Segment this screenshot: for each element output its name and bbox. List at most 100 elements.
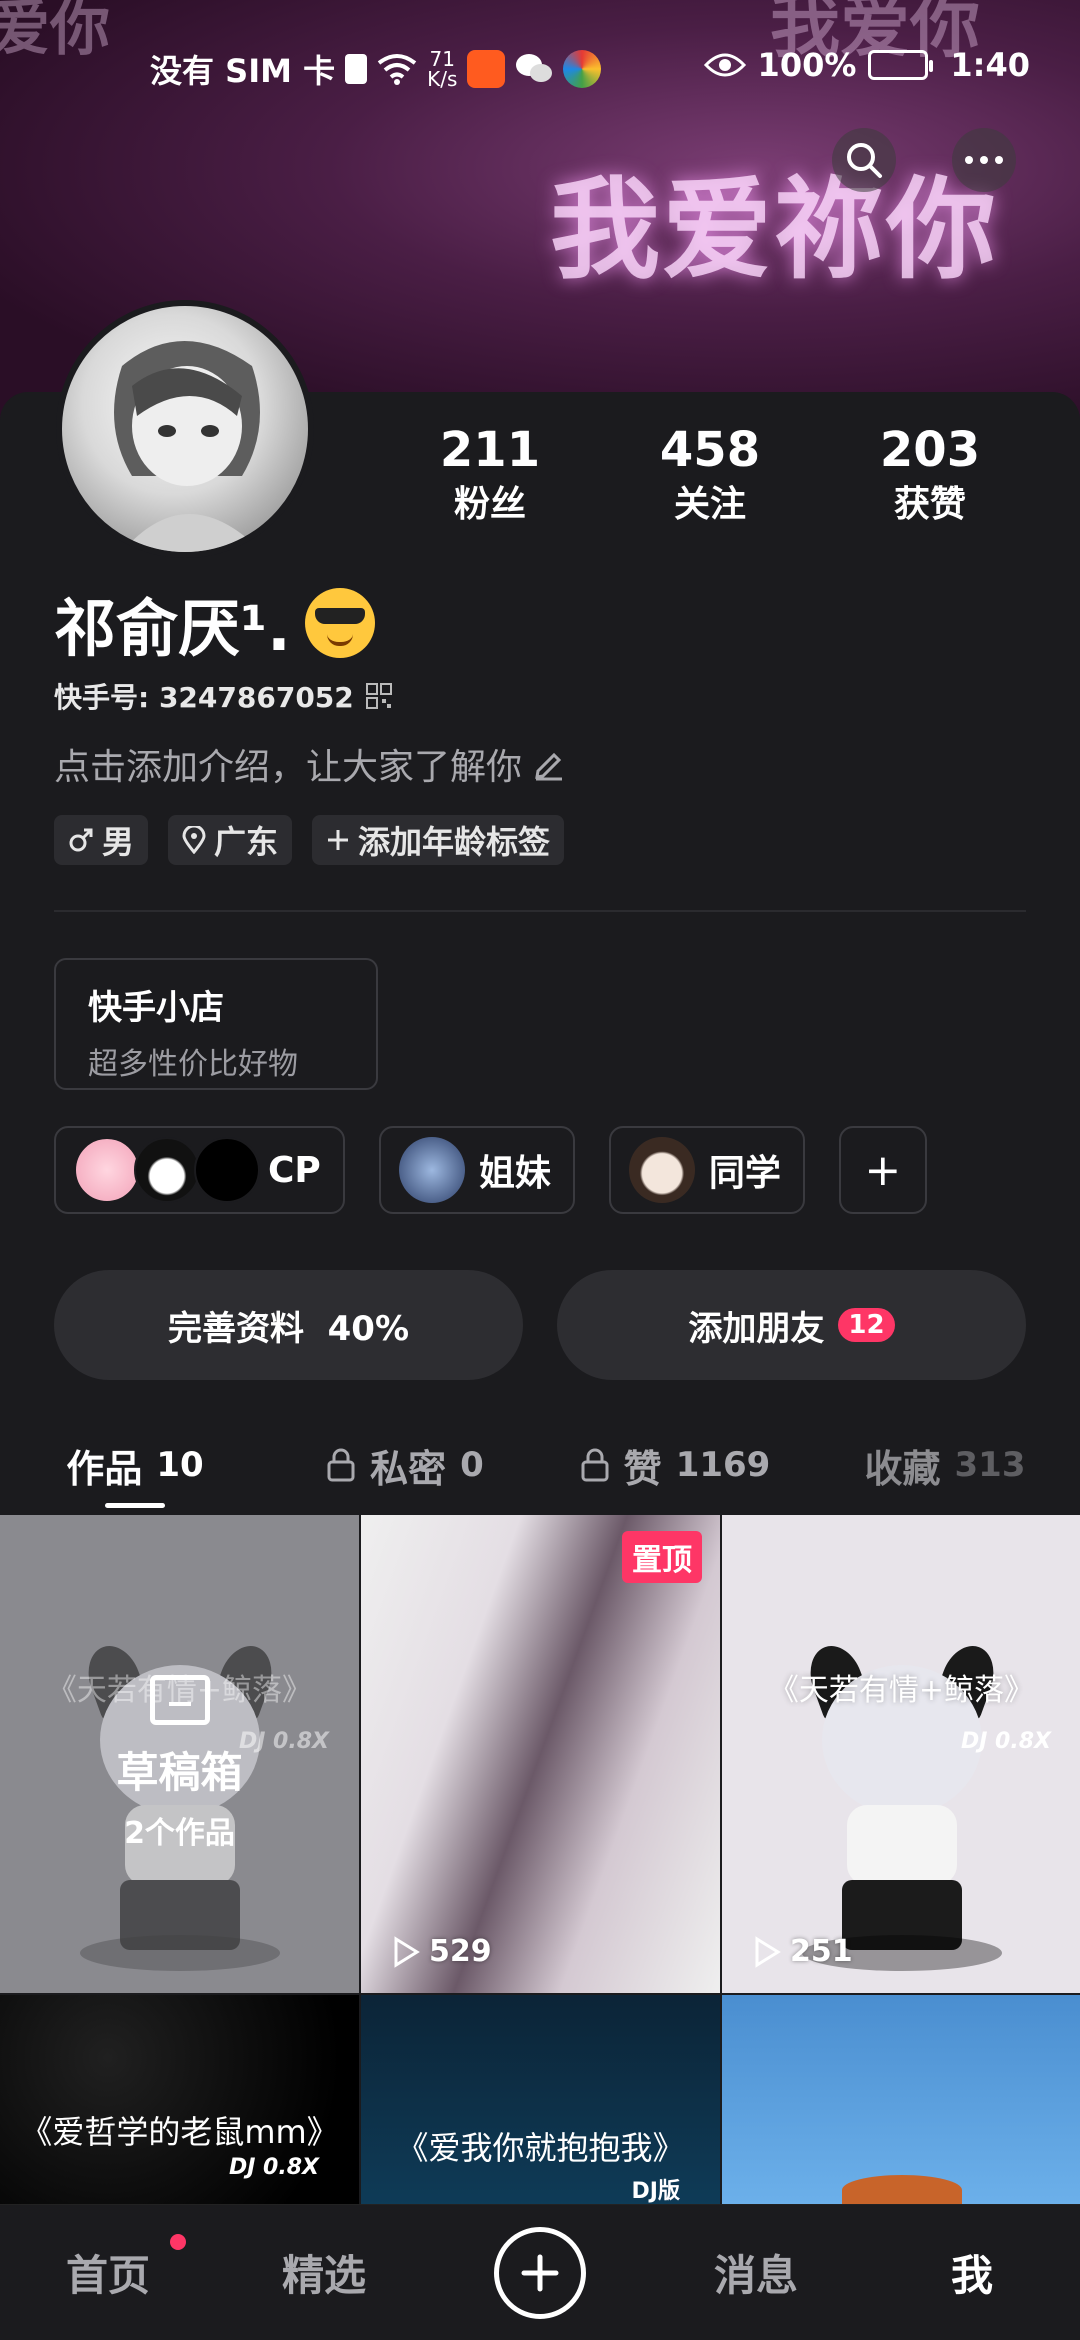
group-sisters-label: 姐妹	[478, 1153, 551, 1194]
bio-placeholder: 点击添加介绍，让大家了解你	[54, 747, 523, 788]
drafts-tile[interactable]: 《天若有情+鲸落》 DJ 0.8X 草稿箱 2个作品	[0, 1515, 359, 1993]
tab-likes-label: 赞	[623, 1446, 662, 1491]
nav-me-label: 我	[950, 2251, 993, 2300]
likes-count: 203	[879, 422, 981, 478]
tab-favorites[interactable]: 收藏 313	[810, 1420, 1080, 1510]
more-button[interactable]	[952, 128, 1016, 192]
group-classmates[interactable]: 同学	[608, 1126, 805, 1214]
video-tile[interactable]: 《爱我你就抱抱我》 DJ版	[361, 1995, 720, 2205]
followers-label: 粉丝	[453, 484, 526, 525]
gender-tag[interactable]: 男	[54, 815, 149, 865]
video-caption: 《爱哲学的老鼠mm》	[20, 2113, 339, 2151]
tab-favorites-label: 收藏	[864, 1446, 941, 1491]
plus-icon	[521, 2254, 559, 2291]
bottom-nav: 首页 精选 消息 我	[0, 2204, 1080, 2340]
video-caption: 《爱我你就抱抱我》	[396, 2129, 685, 2167]
tab-private-label: 私密	[370, 1446, 447, 1491]
play-count-value: 251	[790, 1934, 853, 1969]
cat-ears-shape	[842, 2175, 962, 2205]
followers-count: 211	[439, 422, 541, 478]
profile-actions: 完善资料 40% 添加朋友 12	[54, 1270, 1026, 1380]
tab-favorites-count: 313	[954, 1445, 1026, 1485]
location-label: 广东	[214, 823, 279, 861]
tab-works-label: 作品	[66, 1446, 143, 1491]
play-count-value: 529	[429, 1934, 492, 1969]
location-icon	[182, 826, 206, 854]
kuaishou-shop-card[interactable]: 快手小店 超多性价比好物	[54, 958, 378, 1090]
clock: 1:40	[950, 46, 1030, 84]
create-ring	[494, 2226, 586, 2319]
sim-alert-icon	[345, 54, 368, 84]
gender-label: 男	[102, 823, 135, 861]
nav-messages-label: 消息	[713, 2251, 798, 2300]
avatar-image	[114, 341, 262, 552]
cp-avatar-1	[74, 1137, 140, 1203]
nav-create-button[interactable]	[432, 2226, 648, 2319]
stats-row: 211 粉丝 458 关注 203 获赞	[380, 422, 1040, 528]
location-tag[interactable]: 广东	[168, 815, 293, 865]
content-tabs: 作品 10 私密 0 赞 1169 收藏 313	[0, 1420, 1080, 1510]
video-dj-tag: DJ版	[631, 2179, 680, 2204]
username-text: 祁俞厌¹.	[54, 592, 291, 665]
folder-icon	[149, 1675, 210, 1725]
colorful-app-icon	[563, 50, 602, 88]
add-age-tag[interactable]: 添加年龄标签	[312, 815, 565, 865]
video-tile[interactable]: 《天若有情+鲸落》 DJ 0.8X 251	[722, 1515, 1080, 1993]
nav-me[interactable]: 我	[864, 2242, 1080, 2303]
username: 祁俞厌¹.	[54, 578, 375, 668]
tab-works-count: 10	[156, 1445, 204, 1485]
sisters-avatar	[398, 1137, 465, 1203]
likes-label: 获赞	[893, 484, 966, 525]
add-friends-button[interactable]: 添加朋友 12	[557, 1270, 1026, 1380]
complete-profile-button[interactable]: 完善资料 40%	[54, 1270, 523, 1380]
sunglasses-emoji-icon	[304, 588, 375, 658]
following-count: 458	[659, 422, 761, 478]
video-dj-tag: DJ 0.8X	[228, 2155, 319, 2180]
bio-edit[interactable]: 点击添加介绍，让大家了解你	[54, 738, 566, 790]
drafts-overlay: 草稿箱 2个作品	[0, 1675, 359, 1852]
profile-tags: 男 广东 添加年龄标签	[54, 815, 565, 865]
notification-dot	[170, 2234, 186, 2250]
plus-icon	[328, 830, 349, 850]
video-tile[interactable]: 《爱哲学的老鼠mm》 DJ 0.8X	[0, 1995, 359, 2205]
complete-profile-label: 完善资料 40%	[167, 1308, 410, 1349]
add-age-label: 添加年龄标签	[358, 823, 551, 861]
play-count: 251	[752, 1934, 853, 1969]
edit-pencil-icon	[535, 752, 563, 781]
divider	[54, 910, 1026, 912]
tab-private[interactable]: 私密 0	[270, 1420, 540, 1510]
following-stat[interactable]: 458 关注	[600, 422, 820, 528]
wechat-icon	[516, 54, 553, 82]
search-button[interactable]	[832, 128, 896, 192]
cp-avatar-3	[194, 1137, 260, 1203]
video-tile-pinned[interactable]: 置顶 529	[361, 1515, 720, 1993]
battery-icon	[868, 50, 934, 80]
wifi-icon	[377, 54, 417, 85]
kuaishou-id[interactable]: 快手号: 3247867052	[54, 676, 392, 716]
add-group-button[interactable]: +	[838, 1126, 927, 1214]
shop-subtitle: 超多性价比好物	[88, 1047, 298, 1082]
lock-icon	[327, 1448, 355, 1482]
nav-featured[interactable]: 精选	[216, 2242, 432, 2303]
shop-title: 快手小店	[88, 988, 224, 1028]
cp-avatar-2	[134, 1137, 200, 1203]
search-icon	[847, 143, 882, 178]
drafts-count: 2个作品	[124, 1816, 235, 1851]
add-friends-label: 添加朋友	[688, 1308, 825, 1349]
banner-text: 我爱祢你	[550, 166, 998, 294]
tab-works[interactable]: 作品 10	[0, 1420, 270, 1510]
relationship-groups: CP 姐妹 同学 +	[54, 1126, 927, 1214]
male-icon	[69, 828, 93, 852]
group-cp[interactable]: CP	[54, 1126, 345, 1214]
video-tile[interactable]	[722, 1995, 1080, 2205]
tab-likes[interactable]: 赞 1169	[540, 1420, 810, 1510]
avatar[interactable]	[56, 300, 314, 558]
nav-messages[interactable]: 消息	[648, 2242, 864, 2303]
works-grid: 《天若有情+鲸落》 DJ 0.8X 草稿箱 2个作品 置顶 529 《天若有情+…	[0, 1515, 1080, 2205]
kuaishou-app-icon	[467, 50, 506, 88]
net-speed: 71 K/s	[427, 47, 458, 91]
nav-home[interactable]: 首页	[0, 2234, 216, 2303]
followers-stat[interactable]: 211 粉丝	[380, 422, 600, 528]
likes-stat[interactable]: 203 获赞	[820, 422, 1040, 528]
group-sisters[interactable]: 姐妹	[378, 1126, 575, 1214]
